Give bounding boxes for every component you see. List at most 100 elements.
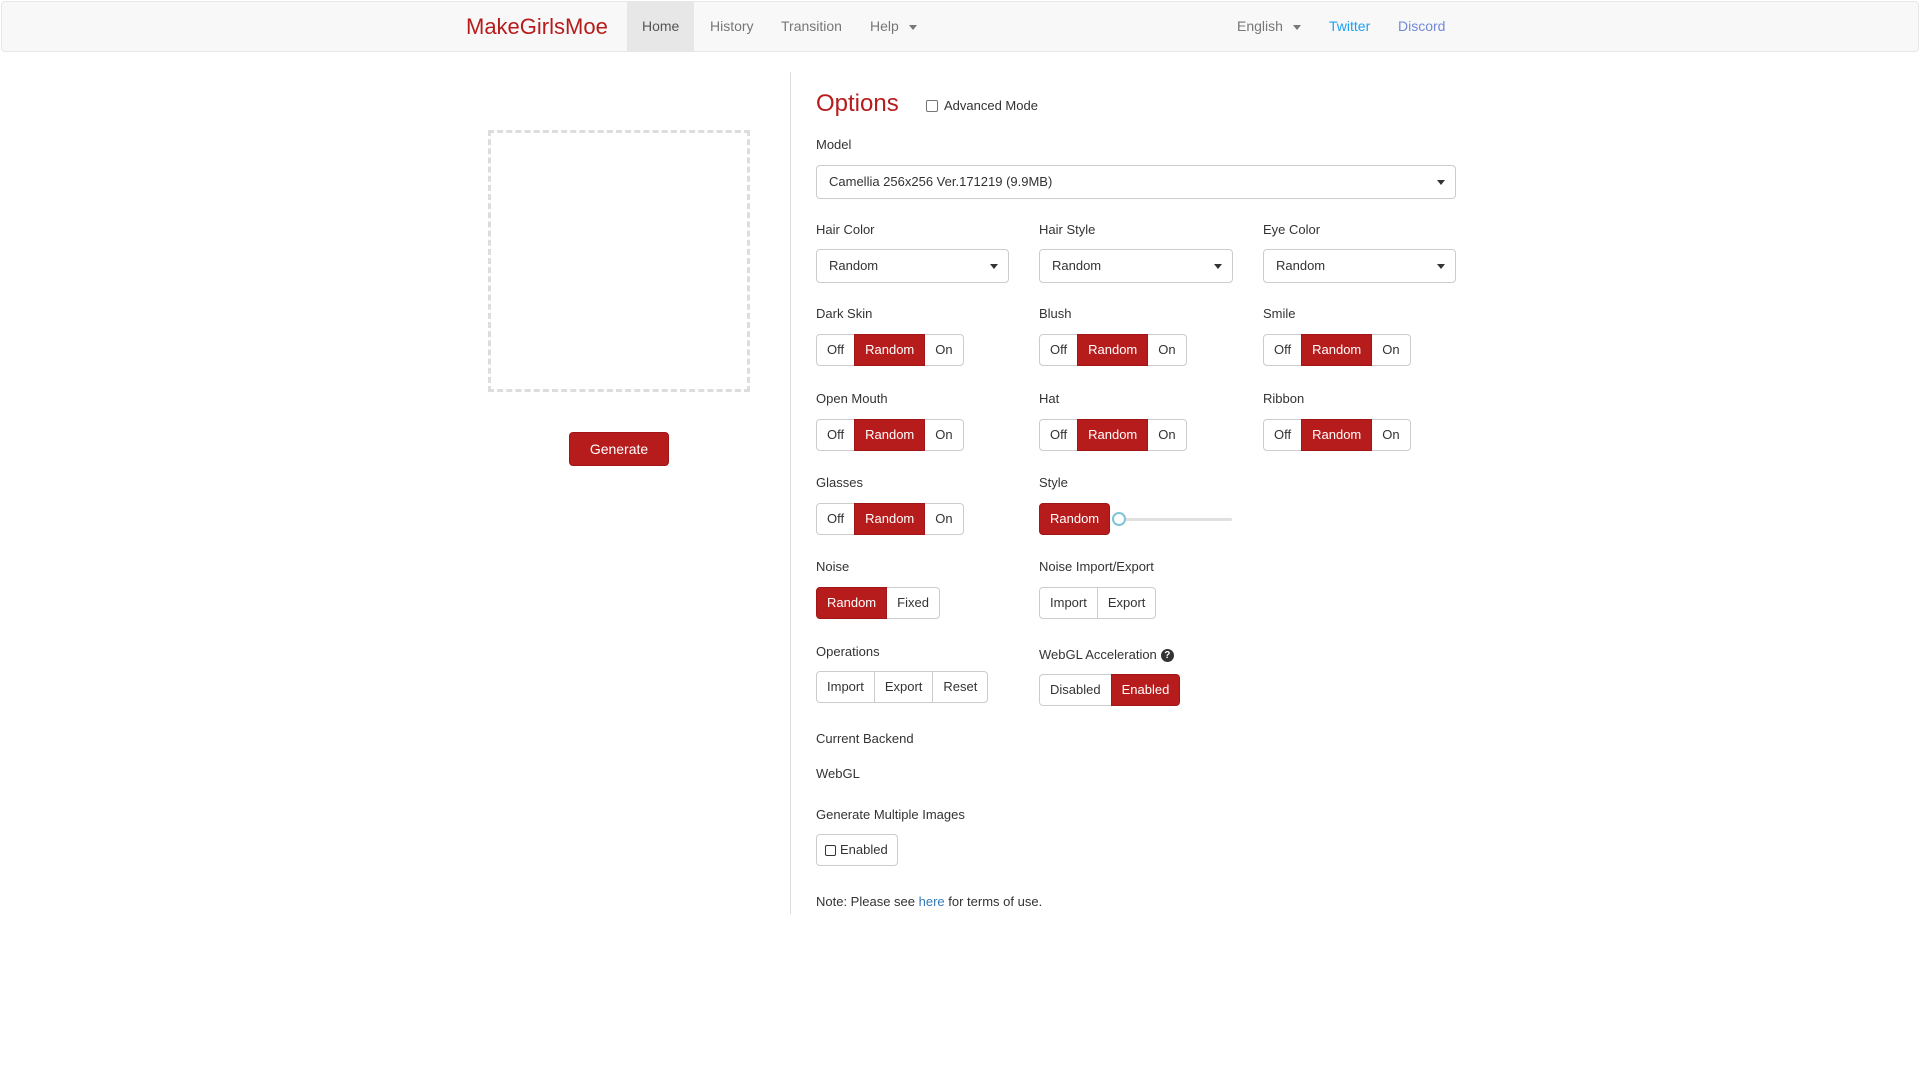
generate-button[interactable]: Generate: [569, 432, 669, 466]
glasses-group: Off Random On: [816, 503, 964, 535]
webgl-enabled[interactable]: Enabled: [1110, 674, 1181, 706]
open-mouth-on[interactable]: On: [924, 419, 964, 451]
open-mouth-random[interactable]: Random: [854, 419, 926, 451]
operations-import-button[interactable]: Import: [816, 671, 875, 703]
style-slider-handle[interactable]: [1112, 512, 1126, 526]
hair-color-value: Random: [829, 258, 879, 273]
nav-help[interactable]: Help: [855, 2, 932, 51]
twitter-link[interactable]: Twitter: [1329, 2, 1370, 51]
dark-skin-off[interactable]: Off: [816, 334, 856, 366]
caret-down-icon: [990, 264, 998, 269]
language-dropdown[interactable]: English: [1222, 2, 1316, 51]
smile-off[interactable]: Off: [1263, 334, 1303, 366]
multi-enabled-label: Enabled: [840, 842, 888, 857]
blush-label: Blush: [1039, 306, 1072, 321]
ribbon-label: Ribbon: [1263, 391, 1305, 406]
brand-logo[interactable]: MakeGirlsMoe: [466, 14, 608, 40]
glasses-label: Glasses: [816, 475, 863, 490]
smile-label: Smile: [1263, 306, 1296, 321]
discord-link[interactable]: Discord: [1398, 2, 1445, 51]
advanced-mode-label: Advanced Mode: [944, 98, 1038, 113]
webgl-group: Disabled Enabled: [1039, 674, 1181, 706]
operations-group: Import Export Reset: [816, 671, 989, 703]
ribbon-on[interactable]: On: [1371, 419, 1411, 451]
dark-skin-random[interactable]: Random: [854, 334, 926, 366]
divider: [790, 72, 791, 914]
backend-label: Current Backend: [816, 731, 914, 746]
webgl-disabled[interactable]: Disabled: [1039, 674, 1112, 706]
eye-color-select[interactable]: Random: [1263, 249, 1456, 283]
nav-home[interactable]: Home: [627, 2, 695, 51]
advanced-mode-checkbox[interactable]: [926, 99, 938, 112]
dark-skin-on[interactable]: On: [924, 334, 964, 366]
caret-down-icon: [1214, 264, 1222, 269]
style-label: Style: [1039, 475, 1068, 490]
ribbon-off[interactable]: Off: [1263, 419, 1303, 451]
open-mouth-off[interactable]: Off: [816, 419, 856, 451]
checkbox-icon[interactable]: [825, 844, 836, 856]
open-mouth-group: Off Random On: [816, 419, 964, 451]
glasses-on[interactable]: On: [924, 503, 964, 535]
operations-export-button[interactable]: Export: [873, 671, 934, 703]
nav-transition[interactable]: Transition: [766, 2, 857, 51]
language-label: English: [1237, 18, 1283, 34]
backend-value: WebGL: [816, 766, 860, 781]
hat-on[interactable]: On: [1147, 419, 1187, 451]
image-preview: [488, 130, 750, 392]
webgl-label-row: WebGL Acceleration?: [1039, 647, 1174, 663]
ribbon-random[interactable]: Random: [1301, 419, 1373, 451]
style-slider-track[interactable]: [1118, 518, 1232, 521]
noise-import-button[interactable]: Import: [1039, 587, 1098, 619]
style-random-button[interactable]: Random: [1039, 503, 1111, 535]
model-select-value: Camellia 256x256 Ver.171219 (9.9MB): [829, 174, 1053, 189]
hair-color-select[interactable]: Random: [816, 249, 1009, 283]
open-mouth-label: Open Mouth: [816, 391, 888, 406]
blush-random[interactable]: Random: [1077, 334, 1149, 366]
smile-on[interactable]: On: [1371, 334, 1411, 366]
glasses-random[interactable]: Random: [854, 503, 926, 535]
operations-label: Operations: [816, 644, 880, 659]
caret-down-icon: [1437, 264, 1445, 269]
blush-group: Off Random On: [1039, 334, 1187, 366]
noise-label: Noise: [816, 559, 850, 574]
hat-label: Hat: [1039, 391, 1060, 406]
caret-down-icon: [908, 24, 917, 30]
multi-label: Generate Multiple Images: [816, 807, 965, 822]
hair-color-label: Hair Color: [816, 222, 875, 237]
dark-skin-label: Dark Skin: [816, 306, 873, 321]
blush-off[interactable]: Off: [1039, 334, 1079, 366]
hair-style-value: Random: [1052, 258, 1102, 273]
terms-link[interactable]: here: [919, 894, 945, 909]
operations-reset-button[interactable]: Reset: [932, 671, 989, 703]
noise-fixed[interactable]: Fixed: [886, 587, 940, 619]
hat-group: Off Random On: [1039, 419, 1187, 451]
eye-color-value: Random: [1276, 258, 1326, 273]
smile-group: Off Random On: [1263, 334, 1411, 366]
note-suffix: for terms of use.: [944, 894, 1043, 909]
navbar: MakeGirlsMoe Home History Transition Hel…: [1, 1, 1919, 52]
caret-down-icon: [1292, 24, 1301, 30]
hair-style-label: Hair Style: [1039, 222, 1096, 237]
terms-note: Note: Please see here for terms of use.: [816, 894, 1042, 909]
hat-random[interactable]: Random: [1077, 419, 1149, 451]
noise-random[interactable]: Random: [816, 587, 888, 619]
multi-enabled-toggle[interactable]: Enabled: [816, 834, 898, 866]
nav-help-label: Help: [870, 18, 899, 34]
blush-on[interactable]: On: [1147, 334, 1187, 366]
dark-skin-group: Off Random On: [816, 334, 964, 366]
noise-ie-label: Noise Import/Export: [1039, 559, 1154, 574]
options-title: Options: [816, 90, 899, 117]
model-select[interactable]: Camellia 256x256 Ver.171219 (9.9MB): [816, 165, 1456, 199]
hat-off[interactable]: Off: [1039, 419, 1079, 451]
glasses-off[interactable]: Off: [816, 503, 856, 535]
caret-down-icon: [1437, 180, 1445, 185]
hair-style-select[interactable]: Random: [1039, 249, 1233, 283]
advanced-mode-toggle[interactable]: Advanced Mode: [926, 98, 1038, 113]
noise-group: Random Fixed: [816, 587, 940, 619]
noise-export-button[interactable]: Export: [1096, 587, 1157, 619]
question-circle-icon[interactable]: ?: [1160, 649, 1174, 663]
nav-history[interactable]: History: [695, 2, 769, 51]
webgl-label: WebGL Acceleration: [1039, 647, 1157, 662]
note-prefix: Note: Please see: [816, 894, 919, 909]
smile-random[interactable]: Random: [1301, 334, 1373, 366]
